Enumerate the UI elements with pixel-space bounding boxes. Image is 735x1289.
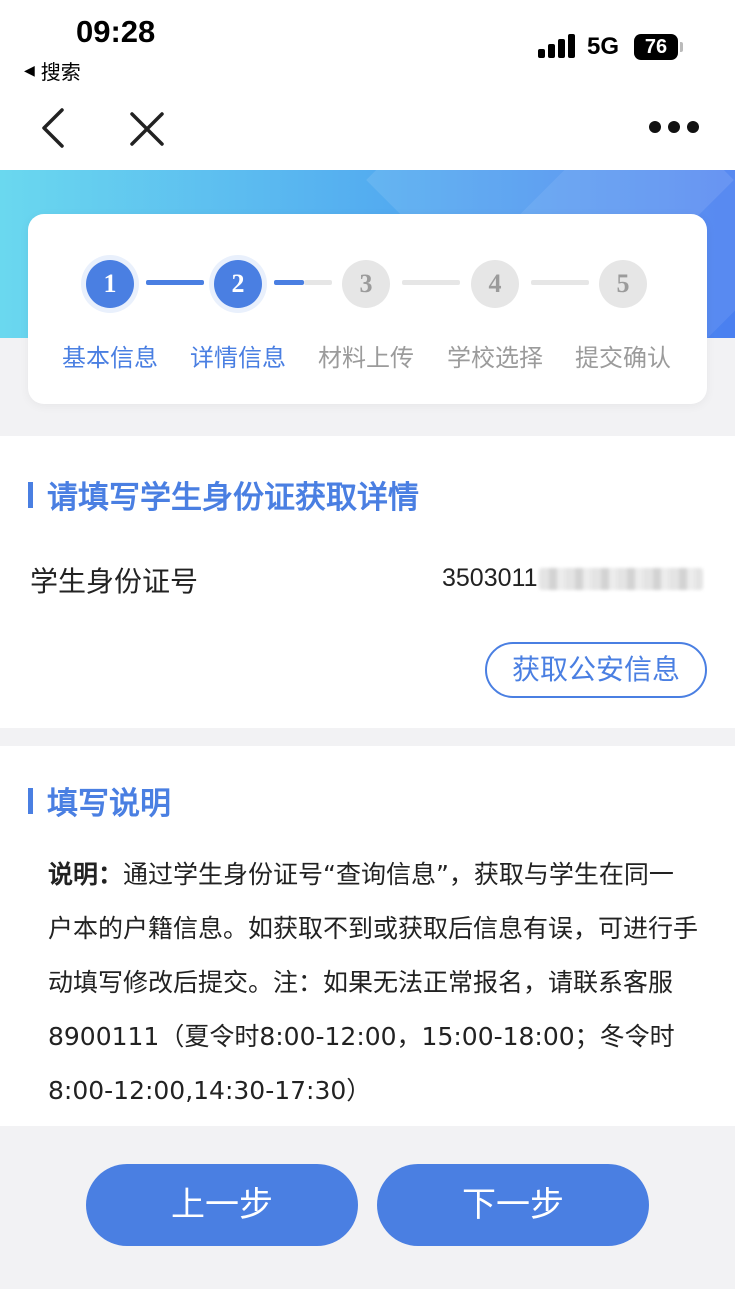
back-app-label: 搜索	[40, 60, 81, 84]
title-accent-bar	[28, 787, 33, 814]
step-connector	[402, 280, 460, 285]
close-icon[interactable]	[128, 110, 166, 148]
instructions-section: 填写说明 说明：通过学生身份证号“查询信息”，获取与学生在同一户本的户籍信息。如…	[0, 746, 735, 1126]
status-time: 09:28	[76, 14, 156, 49]
instructions-text: 说明：通过学生身份证号“查询信息”，获取与学生在同一户本的户籍信息。如获取不到或…	[48, 848, 698, 1118]
step-5-circle: 5	[599, 260, 647, 308]
chevron-left-icon[interactable]	[36, 106, 72, 150]
step-2-label: 详情信息	[190, 344, 286, 372]
step-3-circle: 3	[342, 260, 390, 308]
back-triangle-icon: ◀	[24, 62, 35, 79]
back-to-app-link[interactable]: ◀ 搜索	[24, 56, 81, 85]
fetch-police-info-button[interactable]: 获取公安信息	[485, 642, 707, 698]
step-4-circle: 4	[471, 260, 519, 308]
step-connector-progress	[274, 280, 304, 285]
next-step-button[interactable]: 下一步	[377, 1164, 649, 1246]
id-number-label: 学生身份证号	[30, 565, 199, 598]
instructions-body: 通过学生身份证号“查询信息”，获取与学生在同一户本的户籍信息。如获取不到或获取后…	[48, 860, 699, 1105]
nav-bar	[0, 92, 735, 170]
step-connector	[531, 280, 589, 285]
instructions-title: 填写说明	[28, 778, 171, 823]
id-number-redacted	[539, 568, 704, 591]
signal-icon	[538, 34, 576, 58]
step-1-label: 基本信息	[62, 344, 158, 372]
step-5-label: 提交确认	[575, 344, 671, 372]
step-4-label: 学校选择	[447, 344, 543, 372]
more-dots-icon[interactable]	[648, 118, 700, 136]
id-section: 请填写学生身份证获取详情 学生身份证号 3503011 获取公安信息	[0, 436, 735, 728]
step-connector	[146, 280, 204, 285]
prev-step-button[interactable]: 上一步	[86, 1164, 358, 1246]
step-1-circle: 1	[86, 260, 134, 308]
title-accent-bar	[28, 481, 33, 508]
stepper-card: 1 2 3 4 5 基本信息 详情信息 材料上传 学校选择 提交确认	[28, 214, 707, 404]
battery-icon: 76	[634, 34, 678, 60]
step-connector	[304, 280, 332, 285]
id-number-field[interactable]: 3503011	[442, 564, 708, 593]
instructions-label: 说明：	[48, 860, 124, 889]
step-2-circle: 2	[214, 260, 262, 308]
battery-tip	[680, 42, 683, 52]
step-3-label: 材料上传	[318, 344, 414, 372]
status-bar: 09:28 ◀ 搜索 5G 76	[0, 0, 735, 92]
id-section-title: 请填写学生身份证获取详情	[28, 472, 419, 517]
network-type: 5G	[587, 33, 620, 60]
id-number-value: 3503011	[442, 564, 538, 592]
